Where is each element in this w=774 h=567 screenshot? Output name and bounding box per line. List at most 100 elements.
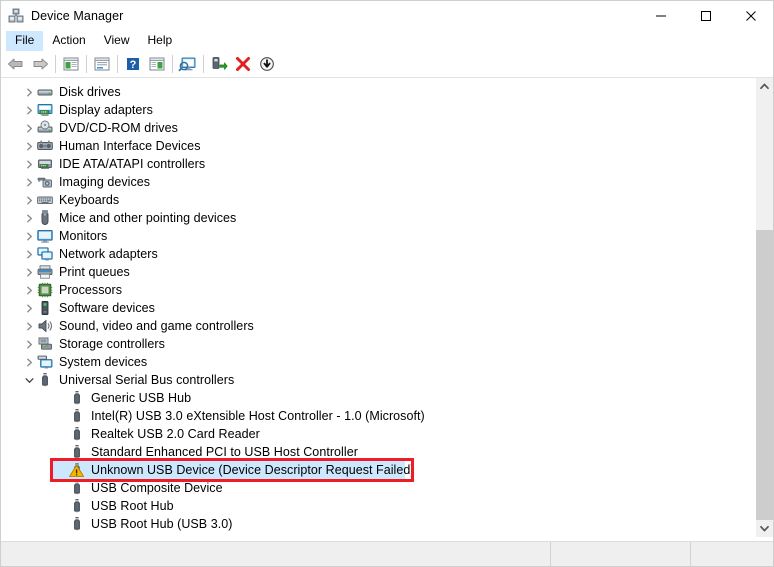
tree-leaf-spacer: [53, 497, 69, 515]
display-button[interactable]: [176, 53, 200, 75]
tree-row[interactable]: Intel(R) USB 3.0 eXtensible Host Control…: [1, 407, 755, 425]
menu-action[interactable]: Action: [43, 31, 94, 51]
minimize-button[interactable]: [638, 1, 683, 30]
show-hide-action-pane-button[interactable]: [145, 53, 169, 75]
tree-row[interactable]: Standard Enhanced PCI to USB Host Contro…: [1, 443, 755, 461]
tree-row[interactable]: Imaging devices: [1, 173, 755, 191]
properties-button[interactable]: [90, 53, 114, 75]
usb-icon: [69, 390, 85, 406]
tree-row[interactable]: IDE ATA/ATAPI controllers: [1, 155, 755, 173]
tree-row[interactable]: Sound, video and game controllers: [1, 317, 755, 335]
tree-row[interactable]: Software devices: [1, 299, 755, 317]
tree-row-label: DVD/CD-ROM drives: [59, 119, 178, 137]
chevron-right-icon[interactable]: [21, 173, 37, 191]
forward-button[interactable]: [28, 53, 52, 75]
chevron-right-icon[interactable]: [21, 263, 37, 281]
chevron-right-icon[interactable]: [21, 101, 37, 119]
tree-row[interactable]: Human Interface Devices: [1, 137, 755, 155]
tree-row[interactable]: Disk drives: [1, 83, 755, 101]
tree-row[interactable]: DVD/CD-ROM drives: [1, 119, 755, 137]
vertical-scrollbar[interactable]: [755, 78, 773, 537]
display-adapter-icon: [37, 102, 53, 118]
scan-for-hardware-changes-button[interactable]: [255, 53, 279, 75]
menu-view[interactable]: View: [95, 31, 139, 51]
chevron-right-icon[interactable]: [21, 353, 37, 371]
monitor-icon: [37, 228, 53, 244]
usb-icon: [69, 480, 85, 496]
tree-leaf-spacer: [53, 425, 69, 443]
chevron-right-icon[interactable]: [21, 335, 37, 353]
toolbar-separator-1: [55, 55, 56, 73]
menu-file[interactable]: File: [6, 31, 43, 51]
tree-row-selected[interactable]: Unknown USB Device (Device Descriptor Re…: [1, 461, 755, 479]
tree-row-label: Display adapters: [59, 101, 153, 119]
tree-row[interactable]: Monitors: [1, 227, 755, 245]
status-bar: [1, 541, 773, 566]
tree-leaf-spacer: [53, 443, 69, 461]
tree-row[interactable]: Display adapters: [1, 101, 755, 119]
usb-icon: [37, 372, 53, 388]
status-pane-main: [1, 542, 551, 566]
tree-row-label: Processors: [59, 281, 122, 299]
chevron-right-icon[interactable]: [21, 119, 37, 137]
menu-help[interactable]: Help: [139, 31, 182, 51]
scrollbar-track[interactable]: [756, 95, 773, 520]
chevron-right-icon[interactable]: [21, 281, 37, 299]
mouse-icon: [37, 210, 53, 226]
usb-icon: [69, 408, 85, 424]
uninstall-device-button[interactable]: [231, 53, 255, 75]
tree-row[interactable]: Storage controllers: [1, 335, 755, 353]
scrollbar-thumb[interactable]: [756, 95, 773, 230]
toolbar-separator-5: [203, 55, 204, 73]
tree-row-label: Storage controllers: [59, 335, 165, 353]
tree-row-label: System devices: [59, 353, 147, 371]
chevron-right-icon[interactable]: [21, 227, 37, 245]
status-pane-tertiary: [691, 542, 773, 566]
scroll-down-icon[interactable]: [756, 520, 773, 537]
chevron-right-icon[interactable]: [21, 83, 37, 101]
tree-row-label: Generic USB Hub: [91, 389, 191, 407]
tree-row-label: Imaging devices: [59, 173, 150, 191]
tree-row[interactable]: Generic USB Hub: [1, 389, 755, 407]
tree-row[interactable]: Universal Serial Bus controllers: [1, 371, 755, 389]
disk-drive-icon: [37, 84, 53, 100]
chevron-right-icon[interactable]: [21, 137, 37, 155]
close-button[interactable]: [728, 1, 773, 30]
tree-row[interactable]: System devices: [1, 353, 755, 371]
tree-leaf-spacer: [53, 461, 69, 479]
chevron-right-icon[interactable]: [21, 245, 37, 263]
tree-row[interactable]: Mice and other pointing devices: [1, 209, 755, 227]
tree-row[interactable]: Print queues: [1, 263, 755, 281]
svg-text:?: ?: [130, 59, 137, 71]
storage-controller-icon: [37, 336, 53, 352]
tree-row[interactable]: USB Root Hub: [1, 497, 755, 515]
scroll-up-icon[interactable]: [756, 78, 773, 95]
tree-row[interactable]: USB Composite Device: [1, 479, 755, 497]
show-hide-console-tree-button[interactable]: [59, 53, 83, 75]
window-title: Device Manager: [31, 9, 123, 23]
content-area: Disk drivesDisplay adaptersDVD/CD-ROM dr…: [1, 78, 773, 537]
maximize-button[interactable]: [683, 1, 728, 30]
tree-row[interactable]: Processors: [1, 281, 755, 299]
tree-row-label: Monitors: [59, 227, 107, 245]
back-button[interactable]: [4, 53, 28, 75]
toolbar-separator-2: [86, 55, 87, 73]
chevron-right-icon[interactable]: [21, 209, 37, 227]
chevron-right-icon[interactable]: [21, 317, 37, 335]
update-driver-button[interactable]: [207, 53, 231, 75]
chevron-down-icon[interactable]: [21, 371, 37, 389]
tree-row-label: USB Root Hub (USB 3.0): [91, 515, 232, 533]
device-manager-icon: [8, 8, 24, 24]
chevron-right-icon[interactable]: [21, 191, 37, 209]
imaging-device-icon: [37, 174, 53, 190]
tree-row[interactable]: Realtek USB 2.0 Card Reader: [1, 425, 755, 443]
device-tree[interactable]: Disk drivesDisplay adaptersDVD/CD-ROM dr…: [1, 78, 755, 537]
tree-row[interactable]: USB Root Hub (USB 3.0): [1, 515, 755, 533]
tree-row[interactable]: Network adapters: [1, 245, 755, 263]
help-button[interactable]: ?: [121, 53, 145, 75]
toolbar-separator-3: [117, 55, 118, 73]
network-adapter-icon: [37, 246, 53, 262]
tree-row[interactable]: Keyboards: [1, 191, 755, 209]
chevron-right-icon[interactable]: [21, 155, 37, 173]
chevron-right-icon[interactable]: [21, 299, 37, 317]
